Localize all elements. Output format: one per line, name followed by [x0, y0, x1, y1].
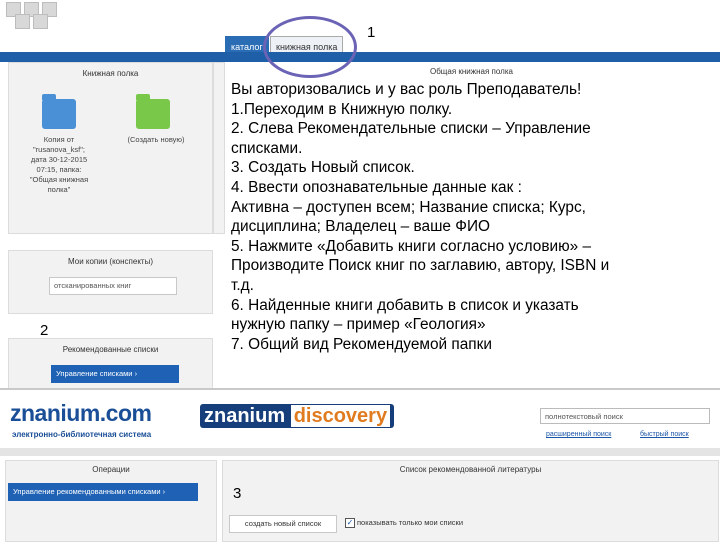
instruction-line: Вы авторизовались и у вас роль Преподава… — [231, 81, 582, 98]
marker-1: 1 — [367, 24, 376, 41]
shared-shelf-title: Общая книжная полка — [430, 67, 513, 76]
operations-panel: Операции Управление рекомендованными спи… — [5, 460, 217, 542]
instruction-line: 2. Слева Рекомендательные списки – Управ… — [231, 120, 591, 138]
znanium-subtitle: электронно-библиотечная система — [12, 430, 152, 439]
folder-new-icon[interactable] — [136, 94, 170, 129]
operations-title: Операции — [92, 465, 130, 474]
instruction-line: Производите Поиск книг по заглавию, авто… — [231, 257, 610, 275]
highlight-circle — [263, 16, 357, 78]
instruction-line: 5. Нажмите «Добавить книги согласно усло… — [231, 237, 592, 255]
instruction-line: 6. Найденные книги добавить в список и у… — [231, 296, 579, 314]
right-panel-edge — [213, 62, 225, 234]
bookshelf-panel: Книжная полка Копия от "rusanova_ksf"; д… — [8, 62, 213, 234]
marker-2: 2 — [40, 322, 49, 339]
quick-search-link[interactable]: быстрый поиск — [640, 431, 689, 438]
instruction-line: 7. Общий вид Рекомендуемой папки — [231, 335, 492, 353]
folder-create-label[interactable]: (Создать новую) — [111, 135, 201, 145]
instruction-line: 3. Создать Новый список. — [231, 159, 415, 177]
chevron-right-icon: › — [134, 369, 138, 378]
instruction-line: дисциплина; Владелец – ваше ФИО — [231, 218, 490, 236]
manage-recommended-button[interactable]: Управление рекомендованными списками › — [8, 483, 198, 501]
instruction-line: Активна – доступен всем; Название списка… — [231, 198, 586, 216]
create-list-button[interactable]: создать новый список — [229, 515, 337, 533]
instructions-text: Вы авторизовались и у вас роль Преподава… — [231, 80, 701, 354]
instruction-line: 4. Ввести опознавательные данные как : — [231, 178, 522, 196]
chevron-right-icon: › — [162, 487, 166, 496]
search-input[interactable]: полнотекстовый поиск — [540, 408, 710, 424]
folder-icon[interactable] — [42, 94, 76, 129]
instruction-line: 1.Переходим в Книжную полку. — [231, 100, 453, 118]
znanium-discovery-logo[interactable]: znanium discovery — [200, 404, 395, 428]
recommended-panel: Рекомендованные списки Управление списка… — [8, 338, 213, 390]
recommended-title: Рекомендованные списки — [62, 345, 159, 354]
show-mine-checkbox[interactable]: ✓ — [345, 518, 355, 528]
decorative-squares — [0, 0, 60, 30]
advanced-search-link[interactable]: расширенный поиск — [546, 431, 611, 438]
show-mine-label: показывать только мои списки — [357, 518, 464, 527]
top-nav-bar — [0, 52, 720, 62]
folder-copy-label[interactable]: Копия от "rusanova_ksf"; дата 30-12-2015… — [14, 135, 104, 195]
znanium-logo[interactable]: znanium.com — [10, 400, 152, 427]
bottom-strip — [0, 448, 720, 456]
marker-3: 3 — [233, 485, 242, 502]
list-panel-title: Список рекомендованной литературы — [399, 465, 542, 474]
section-divider — [0, 388, 720, 390]
bookshelf-title: Книжная полка — [82, 69, 139, 78]
instruction-line: нужную папку – пример «Геология» — [231, 316, 486, 334]
instruction-line: т.д. — [231, 276, 254, 294]
copies-title: Мои копии (конспекты) — [68, 257, 153, 266]
copies-field[interactable]: отсканированных книг — [49, 277, 177, 295]
copies-panel: Мои копии (конспекты) отсканированных кн… — [8, 250, 213, 314]
recommended-list-panel: Список рекомендованной литературы 3 созд… — [222, 460, 719, 542]
instruction-line: списками. — [231, 139, 303, 157]
manage-lists-button[interactable]: Управление списками › — [51, 365, 179, 383]
